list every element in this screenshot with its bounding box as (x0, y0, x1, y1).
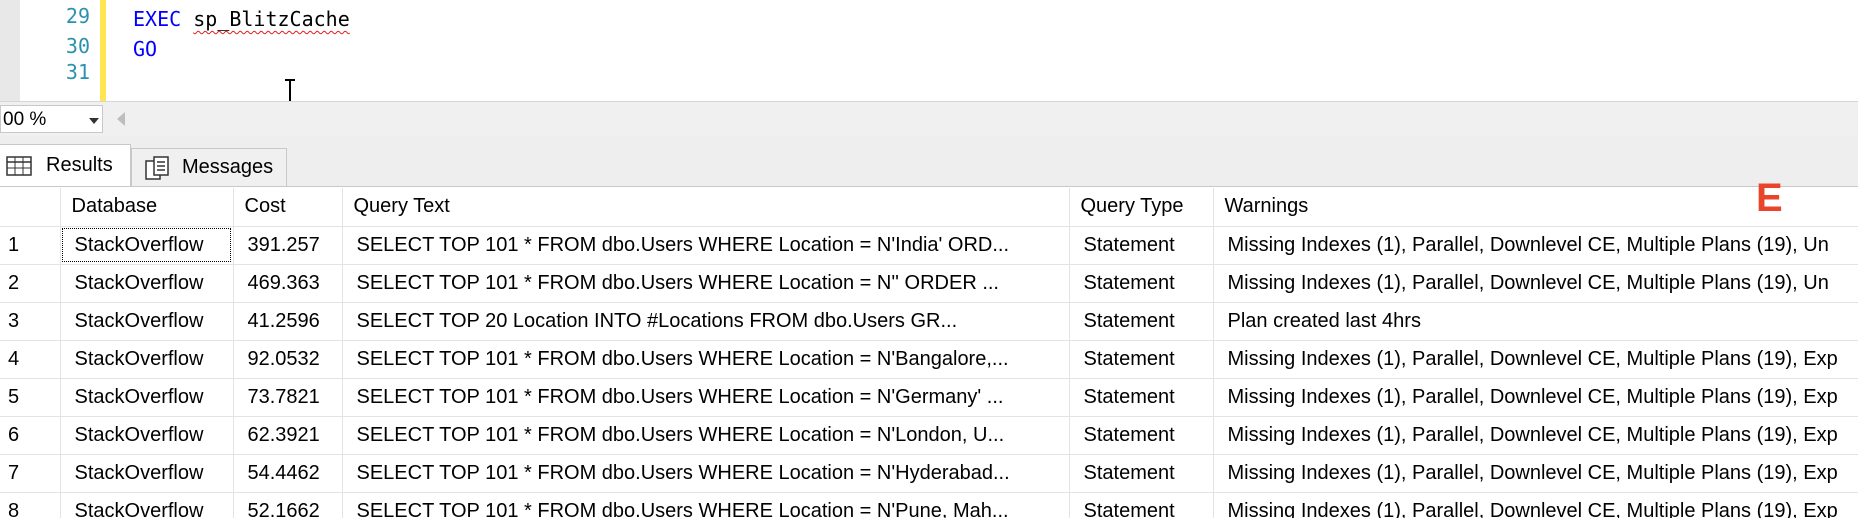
tab-results-label: Results (46, 154, 113, 176)
grid-header-row: Database Cost Query Text Query Type Warn… (0, 188, 1858, 227)
query-text-cell[interactable]: SELECT TOP 20 Location INTO #Locations F… (342, 302, 1070, 341)
warnings-cell[interactable]: Missing Indexes (1), Parallel, Downlevel… (1213, 264, 1858, 303)
database-cell[interactable]: StackOverflow (60, 492, 234, 518)
grid-icon (6, 156, 32, 176)
table-row[interactable]: 5 StackOverflow 73.7821 SELECT TOP 101 * FR… (0, 378, 1858, 417)
query-type-cell[interactable]: Statement (1069, 378, 1214, 417)
line-number: 29 (65, 4, 90, 28)
tab-messages[interactable]: Messages (131, 148, 287, 186)
row-number-cell[interactable]: 7 (0, 454, 61, 493)
warnings-cell[interactable]: Missing Indexes (1), Parallel, Downlevel… (1213, 226, 1858, 265)
chevron-down-icon[interactable] (89, 118, 99, 124)
tab-results[interactable]: Results (0, 144, 131, 186)
query-editor[interactable]: 29 30 31 EXEC sp_BlitzCache GO (0, 0, 1858, 109)
table-row[interactable]: 1 StackOverflow 391.257 SELECT TOP 101 * FR… (0, 226, 1858, 265)
table-row[interactable]: 4 StackOverflow 92.0532 SELECT TOP 101 * FR… (0, 340, 1858, 379)
line-number-gutter: 29 30 31 (20, 0, 90, 101)
tab-messages-label: Messages (182, 156, 274, 178)
row-number-cell[interactable]: 5 (0, 378, 61, 417)
zoom-dropdown[interactable]: 00 % (0, 105, 103, 133)
query-text-cell[interactable]: SELECT TOP 101 * FROM dbo.Users WHERE Lo… (342, 264, 1070, 303)
grid-body: 1 StackOverflow 391.257 SELECT TOP 101 * FR… (0, 226, 1858, 518)
query-type-cell[interactable]: Statement (1069, 264, 1214, 303)
table-row[interactable]: 6 StackOverflow 62.3921 SELECT TOP 101 * FR… (0, 416, 1858, 455)
column-header-cost[interactable]: Cost (233, 188, 343, 227)
cost-cell[interactable]: 469.363 (233, 264, 343, 303)
database-cell[interactable]: StackOverflow (60, 226, 234, 265)
database-cell[interactable]: StackOverflow (60, 454, 234, 493)
warnings-cell[interactable]: Plan created last 4hrs (1213, 302, 1858, 341)
cost-cell[interactable]: 62.3921 (233, 416, 343, 455)
row-number-cell[interactable]: 6 (0, 416, 61, 455)
cost-cell[interactable]: 52.1662 (233, 492, 343, 518)
cost-cell[interactable]: 54.4462 (233, 454, 343, 493)
database-cell[interactable]: StackOverflow (60, 264, 234, 303)
query-text-cell[interactable]: SELECT TOP 101 * FROM dbo.Users WHERE Lo… (342, 416, 1070, 455)
warnings-cell[interactable]: Missing Indexes (1), Parallel, Downlevel… (1213, 492, 1858, 518)
keyword: EXEC (133, 7, 182, 31)
query-type-cell[interactable]: Statement (1069, 416, 1214, 455)
row-number-cell[interactable]: 2 (0, 264, 61, 303)
table-row[interactable]: 7 StackOverflow 54.4462 SELECT TOP 101 * FR… (0, 454, 1858, 493)
warnings-cell[interactable]: Missing Indexes (1), Parallel, Downlevel… (1213, 416, 1858, 455)
query-type-cell[interactable]: Statement (1069, 340, 1214, 379)
cost-cell[interactable]: 391.257 (233, 226, 343, 265)
column-header-query-type[interactable]: Query Type (1069, 188, 1214, 227)
column-header-rownum[interactable] (0, 188, 61, 227)
cost-cell[interactable]: 41.2596 (233, 302, 343, 341)
database-cell[interactable]: StackOverflow (60, 302, 234, 341)
warnings-cell[interactable]: Missing Indexes (1), Parallel, Downlevel… (1213, 378, 1858, 417)
row-number-cell[interactable]: 3 (0, 302, 61, 341)
line-number: 30 (65, 34, 90, 58)
query-type-cell[interactable]: Statement (1069, 302, 1214, 341)
query-text-cell[interactable]: SELECT TOP 101 * FROM dbo.Users WHERE Lo… (342, 454, 1070, 493)
procedure-name: sp_BlitzCache (193, 7, 350, 31)
query-text-cell[interactable]: SELECT TOP 101 * FROM dbo.Users WHERE Lo… (342, 226, 1070, 265)
database-cell[interactable]: StackOverflow (60, 416, 234, 455)
code-line[interactable]: GO (133, 34, 157, 64)
table-row[interactable]: 3 StackOverflow 41.2596 SELECT TOP 20 Locat… (0, 302, 1858, 341)
query-text-cell[interactable]: SELECT TOP 101 * FROM dbo.Users WHERE Lo… (342, 378, 1070, 417)
table-row[interactable]: 8 StackOverflow 52.1662 SELECT TOP 101 * FR… (0, 492, 1858, 518)
results-tab-bar: Results Messages (0, 136, 1858, 187)
warnings-cell[interactable]: Missing Indexes (1), Parallel, Downlevel… (1213, 340, 1858, 379)
keyword: GO (133, 37, 158, 61)
zoom-level: 00 % (3, 109, 47, 130)
editor-margin (0, 0, 20, 101)
cost-cell[interactable]: 73.7821 (233, 378, 343, 417)
query-text-cell[interactable]: SELECT TOP 101 * FROM dbo.Users WHERE Lo… (342, 340, 1070, 379)
warnings-cell[interactable]: Missing Indexes (1), Parallel, Downlevel… (1213, 454, 1858, 493)
row-number-cell[interactable]: 8 (0, 492, 61, 518)
change-tracking-bar (100, 0, 106, 101)
query-type-cell[interactable]: Statement (1069, 226, 1214, 265)
column-header-query-text[interactable]: Query Text (342, 188, 1070, 227)
line-number: 31 (65, 60, 90, 84)
results-grid[interactable]: Database Cost Query Text Query Type Warn… (0, 188, 1858, 518)
scroll-left-icon[interactable] (117, 112, 125, 126)
row-number-cell[interactable]: 4 (0, 340, 61, 379)
editor-status-bar: 00 % (0, 101, 1858, 137)
query-text-cell[interactable]: SELECT TOP 101 * FROM dbo.Users WHERE Lo… (342, 492, 1070, 518)
annotation-letter: E (1756, 176, 1783, 220)
cost-cell[interactable]: 92.0532 (233, 340, 343, 379)
table-row[interactable]: 2 StackOverflow 469.363 SELECT TOP 101 * FR… (0, 264, 1858, 303)
database-cell[interactable]: StackOverflow (60, 340, 234, 379)
row-number-cell[interactable]: 1 (0, 226, 61, 265)
query-type-cell[interactable]: Statement (1069, 492, 1214, 518)
code-line[interactable]: EXEC sp_BlitzCache (133, 4, 350, 34)
column-header-database[interactable]: Database (60, 188, 234, 227)
messages-icon (145, 156, 169, 180)
query-type-cell[interactable]: Statement (1069, 454, 1214, 493)
database-cell[interactable]: StackOverflow (60, 378, 234, 417)
